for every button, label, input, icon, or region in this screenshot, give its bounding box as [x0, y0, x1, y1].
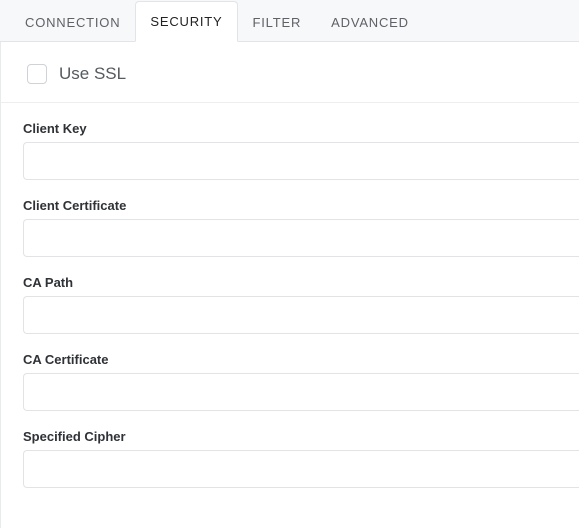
client-certificate-field: Client Certificate	[23, 198, 579, 257]
use-ssl-row: Use SSL	[1, 42, 579, 103]
ca-path-label: CA Path	[23, 275, 579, 290]
ca-certificate-field: CA Certificate	[23, 352, 579, 411]
use-ssl-label: Use SSL	[59, 64, 126, 84]
client-certificate-label: Client Certificate	[23, 198, 579, 213]
ca-certificate-label: CA Certificate	[23, 352, 579, 367]
client-key-label: Client Key	[23, 121, 579, 136]
use-ssl-checkbox[interactable]	[27, 64, 47, 84]
tab-bar: CONNECTION SECURITY FILTER ADVANCED	[0, 0, 579, 42]
client-certificate-input[interactable]	[23, 219, 579, 257]
specified-cipher-field: Specified Cipher	[23, 429, 579, 488]
tab-filter[interactable]: FILTER	[238, 1, 317, 42]
client-key-field: Client Key	[23, 121, 579, 180]
security-fields: Client Key Client Certificate CA Path CA…	[1, 121, 579, 488]
ca-path-field: CA Path	[23, 275, 579, 334]
ca-certificate-input[interactable]	[23, 373, 579, 411]
ca-path-input[interactable]	[23, 296, 579, 334]
client-key-input[interactable]	[23, 142, 579, 180]
specified-cipher-input[interactable]	[23, 450, 579, 488]
specified-cipher-label: Specified Cipher	[23, 429, 579, 444]
tab-advanced[interactable]: ADVANCED	[316, 1, 424, 42]
tab-connection[interactable]: CONNECTION	[10, 1, 135, 42]
security-panel: Use SSL Client Key Client Certificate CA…	[0, 42, 579, 528]
tab-security[interactable]: SECURITY	[135, 1, 237, 42]
